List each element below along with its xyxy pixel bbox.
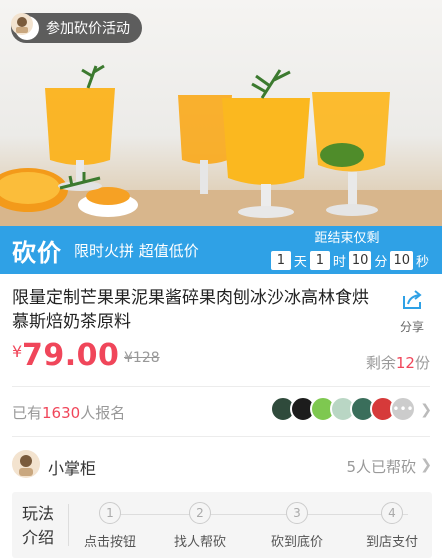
countdown-minutes: 10 — [348, 250, 372, 270]
step-4: 4 到店支付 — [352, 502, 432, 550]
product-title: 限量定制芒果果泥果酱碎果肉刨冰沙冰高林食烘慕斯焙奶茶原料 — [12, 288, 369, 332]
step-label: 找人帮砍 — [173, 535, 226, 550]
step-1: 1 点击按钮 — [70, 502, 150, 550]
signup-count: 已有1630人报名 — [12, 402, 125, 423]
countdown-minutes-unit: 分 — [374, 254, 388, 270]
step-label: 到店支付 — [365, 535, 418, 550]
stock-prefix: 剩余 — [365, 354, 396, 372]
signup-suffix: 人报名 — [80, 404, 126, 422]
rules-label: 玩法介绍 — [21, 504, 54, 547]
bargain-price: 79.00 — [22, 338, 120, 373]
step-2: 2 找人帮砍 — [160, 502, 240, 550]
share-icon — [403, 290, 422, 309]
countdown-days: 1 — [270, 250, 291, 270]
more-participants-icon: ••• — [390, 396, 416, 422]
signup-row[interactable]: 已有1630人报名 ••• ❯ — [12, 396, 432, 426]
stock-remaining: 剩余12份 — [366, 352, 430, 373]
step-3: 3 砍到底价 — [257, 502, 337, 550]
rules-separator — [68, 504, 69, 546]
countdown-seconds: 10 — [390, 250, 413, 270]
countdown-hours: 1 — [309, 250, 330, 270]
step-number: 3 — [286, 502, 308, 524]
join-bargain-label: 参加砍价活动 — [46, 21, 130, 37]
original-price: ¥128 — [124, 350, 160, 366]
share-label: 分享 — [399, 320, 424, 334]
countdown-seconds-unit: 秒 — [415, 254, 429, 270]
price-row: ¥ 79.00 ¥128 剩余12份 — [12, 338, 432, 378]
chevron-right-icon: ❯ — [420, 402, 432, 418]
bargain-promo-bar: 砍价 限时火拼 超值低价 距结束仅剩 1 天 1 时 10 分 10 秒 — [0, 226, 442, 274]
promo-title: 砍价 — [12, 238, 62, 267]
countdown-days-unit: 天 — [293, 254, 307, 270]
product-hero-image: 参加砍价活动 — [0, 0, 442, 226]
countdown-label: 距结束仅剩 — [314, 231, 380, 246]
share-button[interactable]: 分享 — [392, 288, 432, 335]
step-label: 点击按钮 — [83, 535, 136, 550]
step-label: 砍到底价 — [270, 535, 323, 550]
participant-avatars: ••• — [270, 396, 416, 422]
stock-count: 12 — [395, 354, 415, 372]
currency-symbol: ¥ — [12, 342, 23, 361]
seller-name: 小掌柜 — [48, 459, 97, 478]
seller-avatar — [12, 450, 40, 478]
countdown: 距结束仅剩 1 天 1 时 10 分 10 秒 — [262, 230, 432, 270]
signup-number: 1630 — [42, 404, 81, 422]
seller-row[interactable]: 小掌柜 5人已帮砍 ❯ — [12, 450, 432, 482]
step-number: 2 — [189, 502, 211, 524]
step-number: 1 — [99, 502, 121, 524]
signup-prefix: 已有 — [12, 404, 43, 422]
chevron-right-icon: ❯ — [420, 457, 432, 473]
step-number: 4 — [381, 502, 403, 524]
divider — [12, 386, 430, 387]
join-bargain-button[interactable]: 参加砍价活动 — [11, 13, 142, 43]
countdown-hours-unit: 时 — [332, 254, 346, 270]
promo-subtitle: 限时火拼 超值低价 — [74, 241, 199, 260]
avatar-icon — [11, 13, 39, 40]
stock-suffix: 份 — [414, 354, 430, 372]
helped-count: 5人已帮砍 — [346, 458, 416, 476]
divider — [12, 436, 430, 437]
how-it-works: 玩法介绍 1 点击按钮 2 找人帮砍 3 砍到底价 4 到店支付 — [12, 492, 432, 558]
